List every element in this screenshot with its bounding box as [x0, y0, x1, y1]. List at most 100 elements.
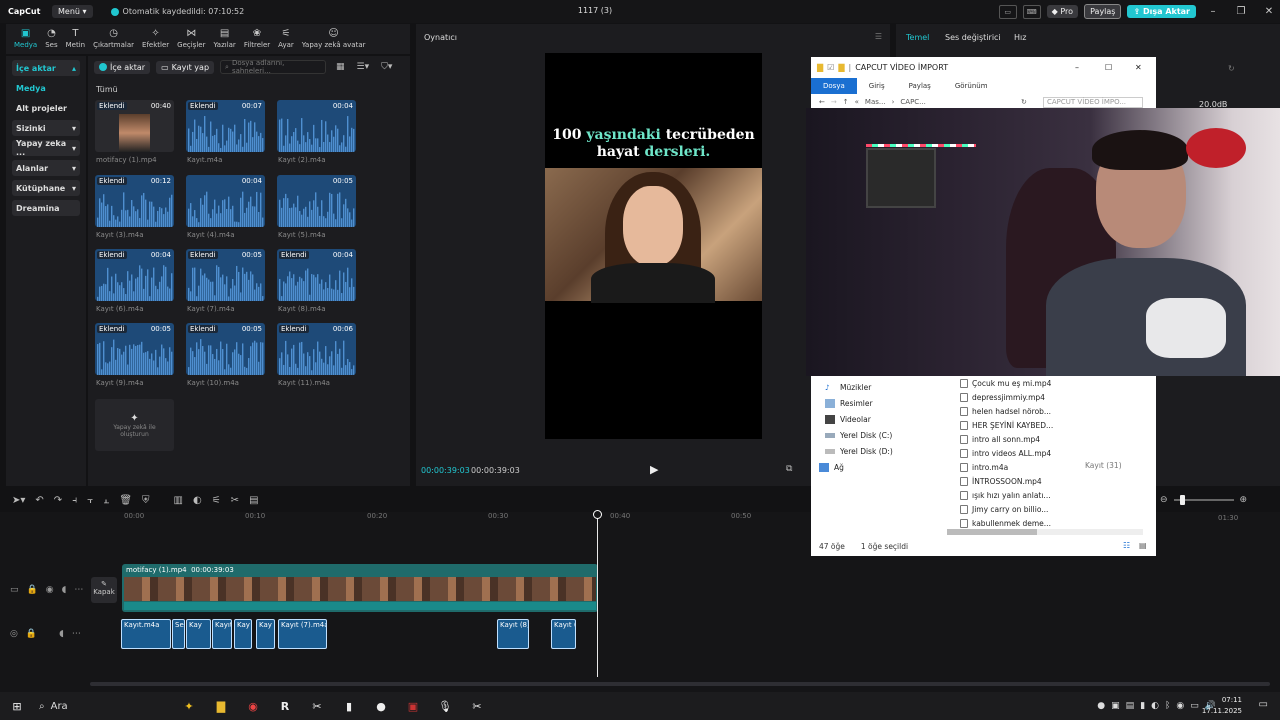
file-row[interactable]: intro.m4a — [960, 460, 1053, 474]
audio-clip[interactable]: Kayıt ( — [551, 619, 576, 649]
back-icon[interactable]: ← — [819, 98, 825, 106]
zoom-slider[interactable] — [1173, 495, 1234, 505]
file-row[interactable]: İNTROSSOON.mp4 — [960, 474, 1053, 488]
up-icon[interactable]: ↑ — [843, 98, 849, 106]
lock-icon[interactable]: 🔒 — [27, 585, 38, 595]
file-explorer-icon[interactable]: ▇ — [210, 697, 232, 715]
tool-text[interactable]: T Metin — [62, 24, 89, 54]
recorder-icon[interactable]: ▣ — [402, 697, 424, 715]
playhead[interactable] — [597, 512, 598, 677]
ribbon-tab-view[interactable]: Görünüm — [943, 78, 1000, 94]
explorer-hscroll[interactable] — [947, 529, 1143, 535]
file-row[interactable]: Jimy carry on billio... — [960, 502, 1053, 516]
sort-icon[interactable]: ☰▾ — [357, 62, 370, 72]
tray-app-icon[interactable]: ▣ — [1111, 701, 1120, 711]
sidebar-item-import[interactable]: İçe aktar ▴ — [12, 60, 80, 76]
ai-create-card[interactable]: ✦ Yapay zekâ ile oluşturun — [95, 399, 174, 451]
select-icon[interactable]: ➤▾ — [12, 495, 25, 506]
cover-button[interactable]: ✎ Kapak — [91, 577, 117, 603]
eye-icon[interactable]: ◉ — [46, 585, 54, 595]
nav-item-music[interactable]: ♪ Müzikler — [825, 379, 893, 395]
reset-icon[interactable]: ↻ — [1228, 64, 1235, 73]
audio-clip[interactable]: Kay — [256, 619, 275, 649]
export-button[interactable]: ⇪ Dışa Aktar — [1127, 5, 1196, 18]
minimize-icon[interactable]: – — [1075, 63, 1079, 72]
refresh-icon[interactable]: ↻ — [1021, 98, 1027, 106]
zoom-in-icon[interactable]: ⊕ — [1240, 495, 1248, 505]
minimize-icon[interactable]: – — [1202, 6, 1224, 17]
playhead-handle[interactable] — [593, 510, 602, 519]
media-thumb-video[interactable]: Eklendi 00:40 — [95, 100, 174, 152]
adjust-icon[interactable]: ⚟ — [212, 495, 221, 506]
media-thumb-audio[interactable]: Eklendi 00:06 — [277, 323, 356, 375]
split-left-icon[interactable]: ⫟ — [87, 495, 93, 506]
roblox-icon[interactable]: R — [274, 697, 296, 715]
import-button[interactable]: İçe aktar — [94, 60, 151, 74]
more-icon[interactable]: ⋯ — [74, 585, 83, 595]
notification-icon[interactable]: ▭ — [1259, 699, 1268, 710]
windows-start-icon[interactable]: ⊞ — [6, 697, 28, 715]
share-button[interactable]: Paylaş — [1084, 4, 1122, 19]
tab-basic[interactable]: Temel — [906, 33, 929, 42]
split-icon[interactable]: ⫞ — [72, 495, 77, 506]
speaker-icon[interactable]: ◖ — [59, 629, 64, 639]
forward-icon[interactable]: → — [831, 98, 837, 106]
app-icon[interactable]: ▮ — [338, 697, 360, 715]
undo-icon[interactable]: ↶ — [35, 495, 43, 506]
nav-item-videos[interactable]: Videolar — [825, 411, 893, 427]
filter-icon[interactable]: ⛉▾ — [381, 62, 392, 72]
split-right-icon[interactable]: ⫠ — [103, 495, 109, 506]
speaker-icon[interactable]: ◖ — [62, 585, 67, 595]
lock-icon[interactable]: 🔒 — [26, 629, 37, 639]
freeze-icon[interactable]: ▥ — [174, 495, 183, 506]
tray-mic-icon[interactable]: ▮ — [1140, 701, 1145, 711]
media-thumb-audio[interactable]: Eklendi 00:04 — [277, 249, 356, 301]
auto-cut-icon[interactable]: ✂ — [231, 495, 239, 506]
maximize-icon[interactable]: ☐ — [1105, 63, 1112, 72]
sidebar-item-subprojects[interactable]: Alt projeler — [12, 100, 80, 116]
tiles-view-icon[interactable]: ▤ — [1139, 541, 1147, 550]
audio-clip[interactable]: Kayıt.m4a — [121, 619, 171, 649]
file-row[interactable]: kabullenmek deme... — [960, 516, 1053, 530]
tray-app-icon[interactable]: ◐ — [1151, 701, 1159, 711]
media-thumb-audio[interactable]: Eklendi 00:04 — [95, 249, 174, 301]
media-thumb-audio[interactable]: 00:04 — [186, 175, 265, 227]
ribbon-tab-home[interactable]: Giriş — [857, 78, 897, 94]
obs-icon[interactable]: ● — [370, 697, 392, 715]
tool-audio[interactable]: ◔ Ses — [41, 24, 61, 54]
sidebar-item-yours[interactable]: Sizinki ▾ — [12, 120, 80, 136]
microphone-icon[interactable]: 🎙 — [434, 697, 456, 715]
nav-item-disk-c[interactable]: Yerel Disk (C:) — [825, 427, 893, 443]
tool-ai-avatar[interactable]: ☺ Yapay zekâ avatar — [298, 24, 370, 54]
media-thumb-audio[interactable]: Eklendi 00:12 — [95, 175, 174, 227]
more-icon[interactable]: ⋯ — [72, 629, 81, 639]
tool-sticker[interactable]: ◷ Çıkartmalar — [89, 24, 138, 54]
tab-voice-changer[interactable]: Ses değiştirici — [945, 33, 1001, 42]
tool-filters[interactable]: ❀ Filtreler — [240, 24, 274, 54]
mask-icon[interactable]: ◐ — [193, 495, 202, 506]
shortcut-icon[interactable]: ⌨ — [1022, 4, 1041, 19]
media-thumb-audio[interactable]: 00:05 — [277, 175, 356, 227]
record-button[interactable]: ▭ Kayıt yap — [156, 60, 215, 74]
close-icon[interactable]: ✕ — [1258, 6, 1280, 17]
redo-icon[interactable]: ↷ — [54, 495, 62, 506]
layout-icon[interactable]: ▭ — [998, 4, 1017, 19]
explorer-search-input[interactable]: CAPCUT VİDEO İMPO... — [1043, 97, 1143, 108]
network-icon[interactable]: ▭ — [1190, 701, 1199, 711]
file-row[interactable]: intro all sonn.mp4 — [960, 432, 1053, 446]
capcut-active-icon[interactable]: ✂ — [466, 697, 488, 715]
tray-app-icon[interactable]: ▤ — [1126, 701, 1135, 711]
audio-clip[interactable]: Kayıt (8). — [497, 619, 529, 649]
sidebar-item-ai[interactable]: Yapay zeka ... ▾ — [12, 139, 80, 157]
properties-icon[interactable]: ☑ — [827, 63, 834, 72]
sidebar-item-dreamina[interactable]: Dreamina — [12, 200, 80, 216]
file-row[interactable]: ışık hızı yalın anlatı... — [960, 488, 1053, 502]
video-canvas[interactable]: 100 yaşındaki tecrübeden hayat dersleri. — [545, 53, 762, 439]
sidebar-item-library[interactable]: Kütüphane ▾ — [12, 180, 80, 196]
sidebar-item-media[interactable]: Medya — [12, 80, 80, 96]
sidebar-item-spaces[interactable]: Alanlar ▾ — [12, 160, 80, 176]
crop-icon[interactable]: ⧉ — [786, 464, 792, 474]
shield-icon[interactable]: ⛨ — [142, 495, 150, 506]
media-thumb-audio[interactable]: Eklendi 00:05 — [186, 249, 265, 301]
video-clip[interactable]: motifacy (1).mp4 00:00:39:03 — [122, 564, 598, 612]
